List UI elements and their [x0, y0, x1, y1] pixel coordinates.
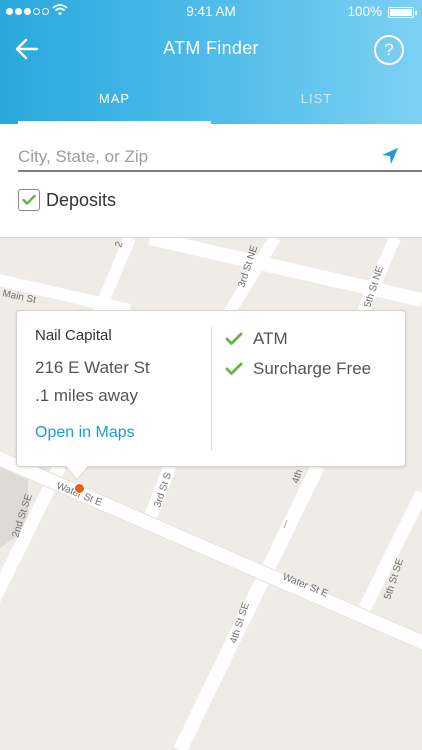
deposits-label: Deposits — [46, 189, 117, 210]
page-title: ATM Finder — [163, 38, 259, 58]
locate-icon[interactable] — [380, 146, 400, 166]
tab-list[interactable]: LIST — [211, 91, 422, 106]
tab-bar: MAP LIST — [0, 84, 422, 124]
popup-divider — [211, 327, 212, 451]
popup-tail — [66, 466, 88, 479]
open-in-maps-link[interactable]: Open in Maps — [35, 424, 135, 442]
battery-percent: 100% — [347, 4, 382, 19]
deposits-filter[interactable]: Deposits — [18, 188, 116, 212]
battery-icon — [388, 7, 417, 18]
atm-name: Nail Capital — [35, 327, 112, 344]
app-header: 9:41 AM 100% ATM Finder ? MAP LIST — [0, 0, 422, 124]
check-icon — [225, 332, 243, 345]
map-pin-icon[interactable] — [74, 483, 85, 494]
checkbox-icon[interactable] — [18, 189, 40, 211]
status-bar: 9:41 AM 100% — [0, 0, 422, 24]
tab-map[interactable]: MAP — [18, 91, 211, 106]
feature-label: ATM — [253, 329, 288, 348]
feature-surcharge-free: Surcharge Free — [225, 359, 371, 379]
atm-distance: .1 miles away — [35, 386, 138, 405]
help-button[interactable]: ? — [374, 35, 404, 65]
check-icon — [22, 194, 36, 205]
atm-info-popup[interactable]: Nail Capital 216 E Water St .1 miles awa… — [16, 310, 406, 467]
atm-address: 216 E Water St — [35, 358, 150, 377]
search-panel: Deposits — [0, 124, 422, 238]
feature-atm: ATM — [225, 329, 288, 349]
search-field — [18, 144, 422, 172]
check-icon — [225, 362, 243, 375]
location-search-input[interactable] — [18, 144, 368, 170]
feature-label: Surcharge Free — [253, 359, 372, 378]
